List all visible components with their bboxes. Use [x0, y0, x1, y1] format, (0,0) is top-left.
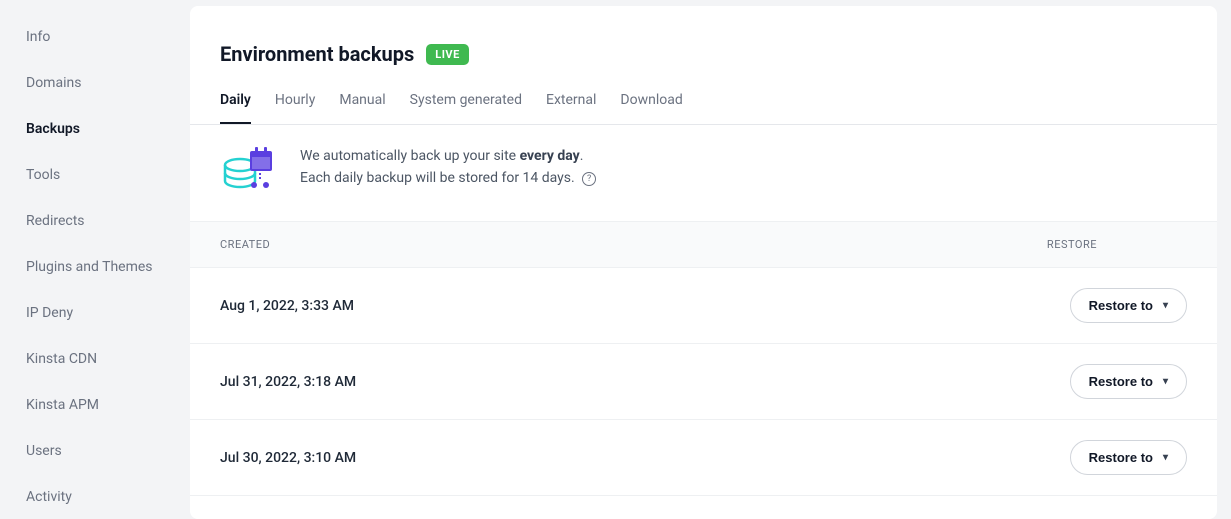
chevron-down-icon: ▾ — [1163, 300, 1168, 311]
sidebar-item-kinsta-apm[interactable]: Kinsta APM — [26, 398, 190, 412]
restore-button[interactable]: Restore to ▾ — [1070, 288, 1187, 323]
restore-button-label: Restore to — [1089, 450, 1153, 465]
restore-button-label: Restore to — [1089, 298, 1153, 313]
help-icon[interactable]: ? — [582, 172, 596, 186]
tab-download[interactable]: Download — [620, 92, 682, 124]
sidebar-item-activity[interactable]: Activity — [26, 490, 190, 504]
chevron-down-icon: ▾ — [1163, 376, 1168, 387]
sidebar-item-domains[interactable]: Domains — [26, 76, 190, 90]
sidebar-item-info[interactable]: Info — [26, 30, 190, 44]
table-header: CREATED RESTORE — [190, 221, 1217, 268]
cell-created: Jul 31, 2022, 3:18 AM — [220, 374, 356, 390]
restore-button-label: Restore to — [1089, 374, 1153, 389]
table-row: Jul 30, 2022, 3:10 AM Restore to ▾ — [190, 420, 1217, 496]
info-line1-suffix: . — [580, 148, 584, 164]
info-line1-bold: every day — [520, 148, 580, 164]
sidebar-item-backups[interactable]: Backups — [26, 122, 190, 136]
main-panel: Environment backups LIVE Daily Hourly Ma… — [190, 6, 1217, 519]
tab-hourly[interactable]: Hourly — [275, 92, 315, 124]
restore-button[interactable]: Restore to ▾ — [1070, 364, 1187, 399]
info-line1-prefix: We automatically back up your site — [300, 148, 520, 164]
cell-created: Jul 30, 2022, 3:10 AM — [220, 450, 356, 466]
sidebar-item-plugins-themes[interactable]: Plugins and Themes — [26, 260, 190, 274]
cell-created: Aug 1, 2022, 3:33 AM — [220, 298, 354, 314]
environment-badge: LIVE — [426, 44, 469, 65]
tab-external[interactable]: External — [546, 92, 596, 124]
tab-manual[interactable]: Manual — [339, 92, 385, 124]
sidebar-item-users[interactable]: Users — [26, 444, 190, 458]
tab-system-generated[interactable]: System generated — [410, 92, 522, 124]
sidebar-item-ip-deny[interactable]: IP Deny — [26, 306, 190, 320]
tab-bar: Daily Hourly Manual System generated Ext… — [190, 92, 1217, 125]
sidebar-item-kinsta-cdn[interactable]: Kinsta CDN — [26, 352, 190, 366]
tab-daily[interactable]: Daily — [220, 92, 251, 124]
backup-calendar-icon — [220, 145, 276, 193]
sidebar-item-tools[interactable]: Tools — [26, 168, 190, 182]
table-row: Aug 1, 2022, 3:33 AM Restore to ▾ — [190, 268, 1217, 344]
restore-button[interactable]: Restore to ▾ — [1070, 440, 1187, 475]
info-text: We automatically back up your site every… — [300, 145, 596, 190]
chevron-down-icon: ▾ — [1163, 452, 1168, 463]
sidebar-item-redirects[interactable]: Redirects — [26, 214, 190, 228]
info-line2: Each daily backup will be stored for 14 … — [300, 170, 575, 186]
th-created: CREATED — [220, 238, 270, 251]
th-restore: RESTORE — [1047, 238, 1097, 251]
sidebar: Info Domains Backups Tools Redirects Plu… — [0, 0, 190, 519]
page-header: Environment backups LIVE — [190, 42, 1217, 66]
page-title: Environment backups — [220, 42, 414, 66]
info-banner: We automatically back up your site every… — [190, 125, 1217, 221]
table-row: Jul 31, 2022, 3:18 AM Restore to ▾ — [190, 344, 1217, 420]
